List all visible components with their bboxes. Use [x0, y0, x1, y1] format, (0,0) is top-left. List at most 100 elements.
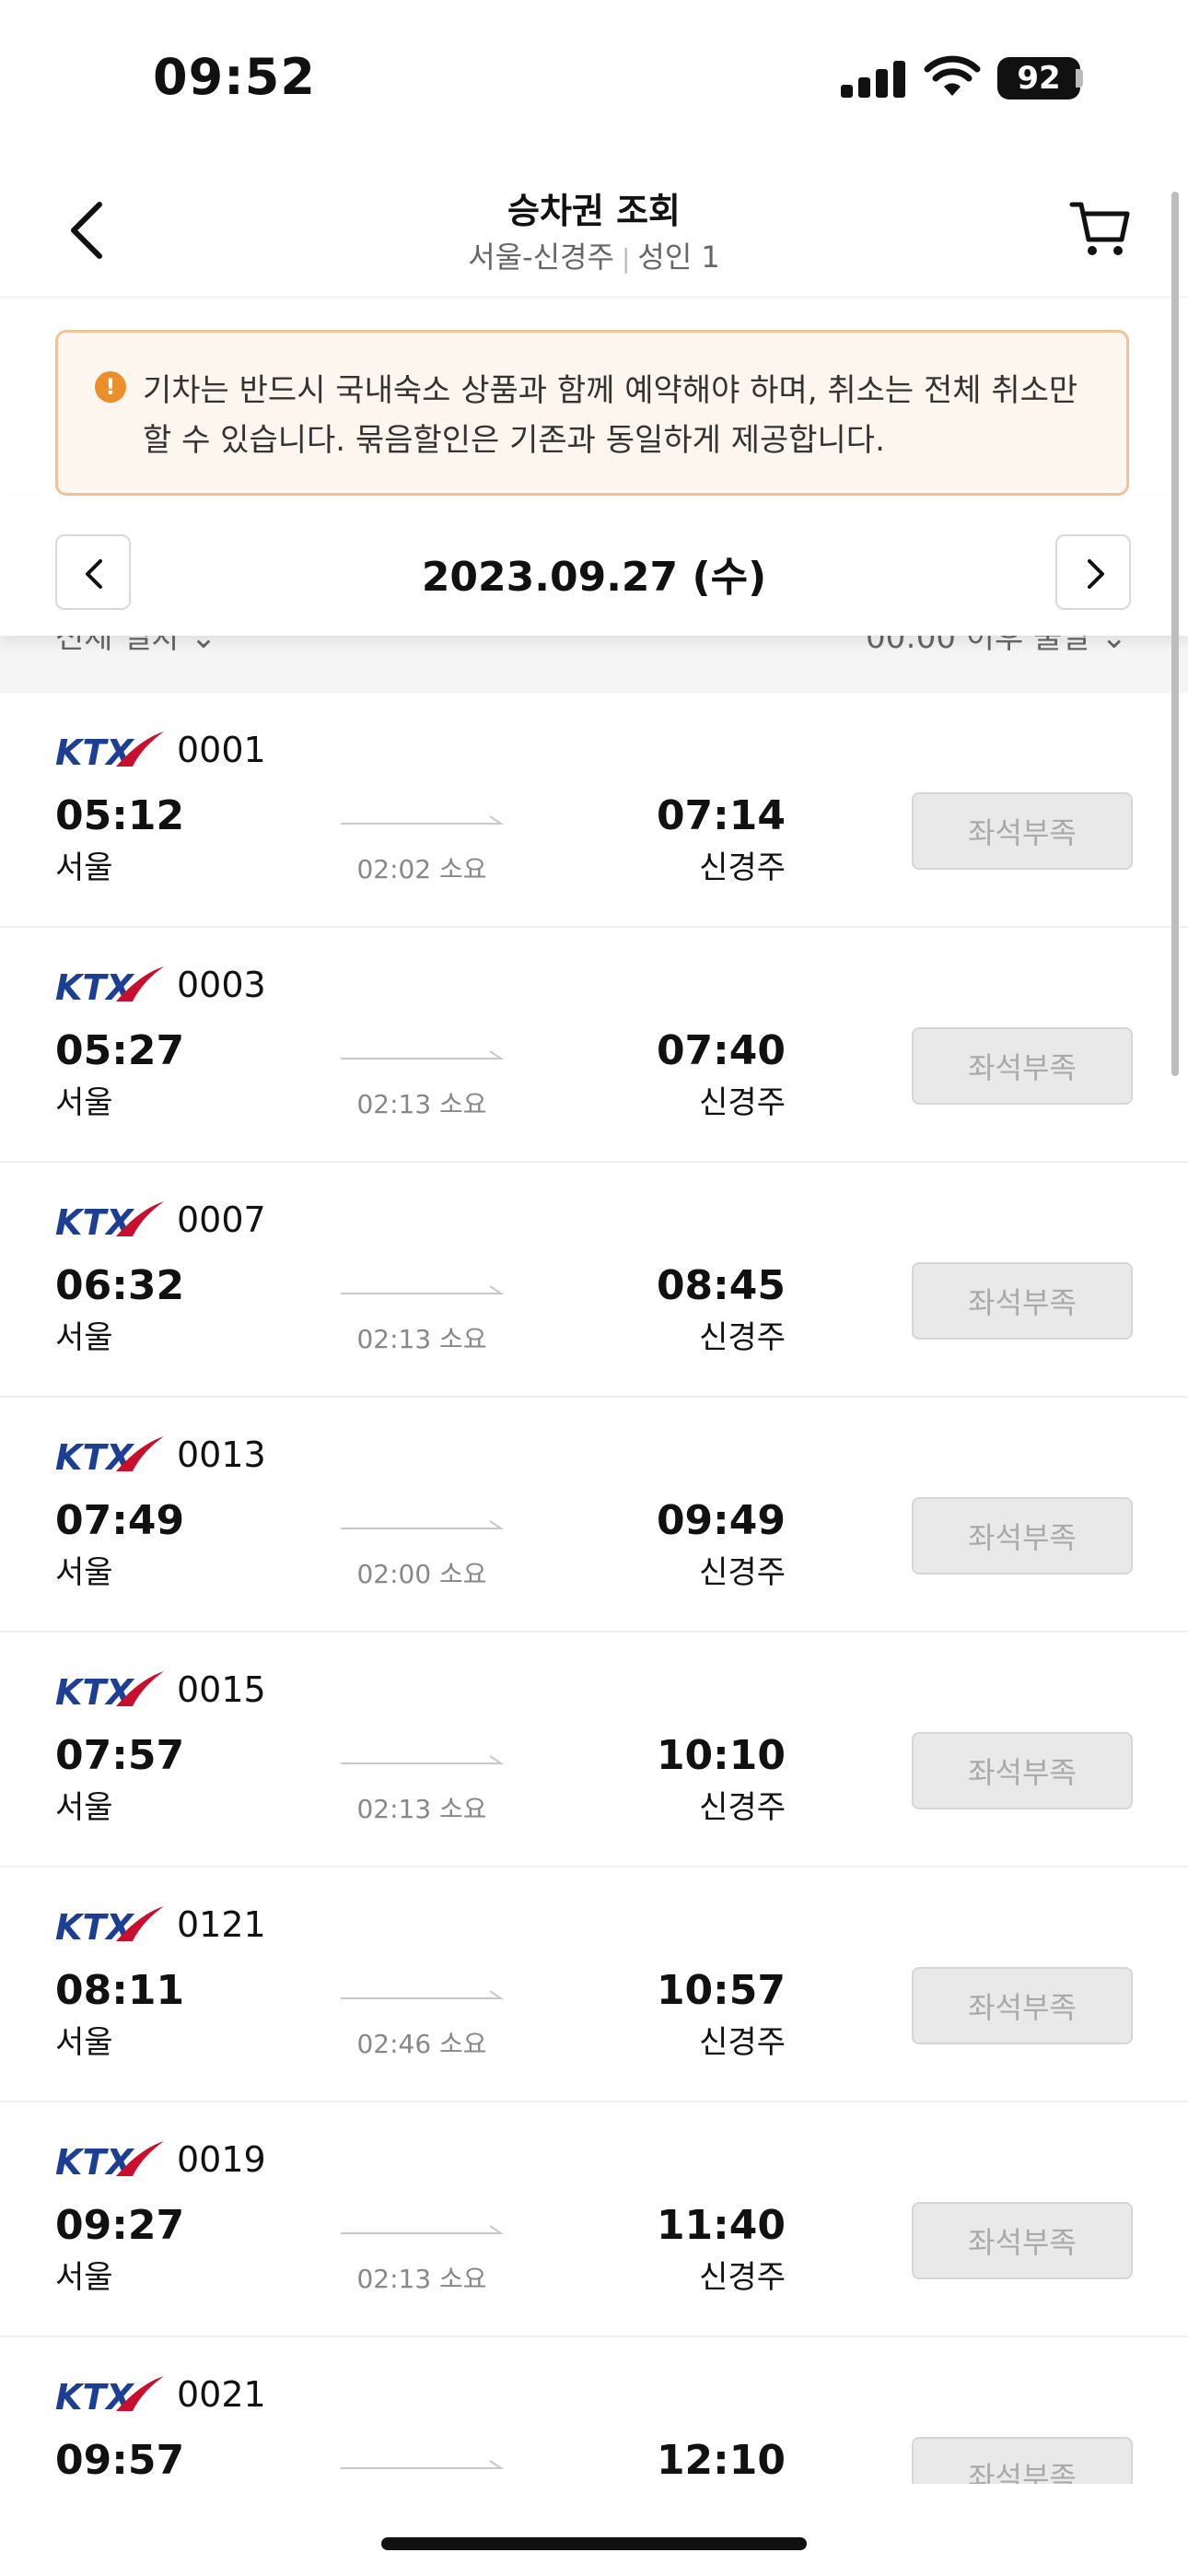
arrival-time: 08:45 — [656, 1262, 786, 1309]
next-date-button[interactable] — [1055, 534, 1131, 610]
arrow-right-icon — [341, 2460, 505, 2469]
departure-station: 서울 — [55, 1084, 113, 1121]
cart-icon — [1069, 202, 1130, 255]
train-list: KTX 0001 05:12 서울 02:02 소요 07:14 신경주 좌석부족 KTX 000… — [0, 693, 1188, 2484]
status-time: 09:52 — [153, 48, 316, 106]
ktx-logo: KTX — [55, 966, 164, 1005]
departure-time: 09:57 — [55, 2437, 185, 2484]
seat-status-button[interactable]: 좌석부족 — [912, 1967, 1133, 2044]
train-row[interactable]: KTX 0019 09:27 서울 02:13 소요 11:40 신경주 좌석부족 — [0, 2102, 1188, 2337]
arrival-station: 신경주 — [699, 2259, 786, 2296]
date-navigator: 2023.09.27 (수) — [0, 498, 1188, 636]
home-indicator — [381, 2537, 807, 2550]
train-number: 0003 — [177, 965, 266, 1005]
train-row[interactable]: KTX 0021 09:57 12:10 좌석부족 — [0, 2337, 1188, 2484]
departure-station: 서울 — [55, 2024, 113, 2061]
train-row[interactable]: KTX 0001 05:12 서울 02:02 소요 07:14 신경주 좌석부족 — [0, 693, 1188, 928]
travel-duration: 02:46 소요 — [356, 2029, 487, 2059]
wifi-icon — [924, 55, 981, 96]
arrival-time: 12:10 — [656, 2437, 786, 2484]
travel-duration: 02:13 소요 — [356, 1794, 487, 1824]
cellular-signal-icon — [841, 61, 907, 98]
departure-time: 06:32 — [55, 1262, 185, 1309]
arrow-right-icon — [341, 2225, 505, 2234]
arrival-time: 10:57 — [656, 1967, 786, 2014]
arrival-station: 신경주 — [699, 1084, 786, 1121]
seat-status-button[interactable]: 좌석부족 — [912, 1732, 1133, 1809]
arrow-right-icon — [341, 1990, 505, 1999]
train-number: 0013 — [177, 1434, 266, 1475]
train-row[interactable]: KTX 0007 06:32 서울 02:13 소요 08:45 신경주 좌석부족 — [0, 1163, 1188, 1398]
seat-status-button[interactable]: 좌석부족 — [912, 1262, 1133, 1340]
seat-status-button[interactable]: 좌석부족 — [912, 2202, 1133, 2279]
arrival-station: 신경주 — [699, 1554, 786, 1591]
arrow-right-icon — [341, 1050, 505, 1060]
arrival-time: 07:14 — [656, 792, 786, 839]
train-number: 0121 — [177, 1904, 266, 1945]
arrival-station: 신경주 — [699, 1789, 786, 1826]
ktx-logo: KTX — [55, 1436, 164, 1475]
departure-station: 서울 — [55, 1554, 113, 1591]
train-type-filter[interactable]: 전체 열차 ⌄ — [55, 636, 216, 657]
departure-time: 07:57 — [55, 1732, 185, 1779]
train-row[interactable]: KTX 0003 05:27 서울 02:13 소요 07:40 신경주 좌석부족 — [0, 928, 1188, 1163]
arrow-right-icon — [341, 1755, 505, 1764]
ktx-logo: KTX — [55, 1201, 164, 1240]
seat-status-button[interactable]: 좌석부족 — [912, 1497, 1133, 1575]
travel-duration: 02:13 소요 — [356, 1324, 487, 1354]
departure-station: 서울 — [55, 1319, 113, 1356]
seat-status-button[interactable]: 좌석부족 — [912, 792, 1133, 870]
travel-duration: 02:02 소요 — [356, 854, 487, 884]
departure-station: 서울 — [55, 849, 113, 886]
notice-banner: ! 기차는 반드시 국내숙소 상품과 함께 예약해야 하며, 취소는 전체 취소… — [55, 330, 1129, 496]
travel-duration: 02:13 소요 — [356, 2264, 487, 2294]
arrow-right-icon — [341, 815, 505, 825]
seat-status-button[interactable]: 좌석부족 — [912, 1027, 1133, 1105]
status-bar: 09:52 92 — [0, 0, 1188, 157]
train-number: 0021 — [177, 2374, 266, 2415]
arrival-station: 신경주 — [699, 2024, 786, 2061]
travel-duration: 02:00 소요 — [356, 1559, 487, 1589]
ktx-logo: KTX — [55, 2141, 164, 2180]
route-text: 서울-신경주 — [468, 240, 614, 275]
ktx-logo: KTX — [55, 2376, 164, 2415]
departure-time-filter[interactable]: 00:00 이후 출발 ⌄ — [866, 636, 1127, 657]
passenger-count: 성인 1 — [637, 240, 720, 275]
battery-tip — [1076, 69, 1083, 88]
selected-date: 2023.09.27 (수) — [421, 554, 767, 601]
filter-row: 전체 열차 ⌄ 00:00 이후 출발 ⌄ — [0, 636, 1188, 693]
route-summary: 서울-신경주 | 성인 1 — [0, 234, 1188, 276]
train-row[interactable]: KTX 0015 07:57 서울 02:13 소요 10:10 신경주 좌석부족 — [0, 1633, 1188, 1868]
departure-time: 05:12 — [55, 792, 185, 839]
page-header: 승차권 조회 서울-신경주 | 성인 1 — [0, 157, 1188, 298]
departure-station: 서울 — [55, 1789, 113, 1826]
departure-time: 05:27 — [55, 1027, 185, 1074]
cart-button[interactable] — [1068, 197, 1133, 262]
train-number: 0015 — [177, 1669, 266, 1710]
train-number: 0001 — [177, 730, 266, 770]
arrival-time: 11:40 — [656, 2202, 786, 2249]
departure-time: 07:49 — [55, 1497, 185, 1544]
separator: | — [621, 243, 631, 274]
arrival-time: 10:10 — [656, 1732, 786, 1779]
seat-status-button[interactable]: 좌석부족 — [912, 2437, 1133, 2484]
info-icon: ! — [95, 371, 126, 403]
train-number: 0019 — [177, 2139, 266, 2180]
arrow-right-icon — [341, 1285, 505, 1294]
arrival-station: 신경주 — [699, 1319, 786, 1356]
departure-time: 09:27 — [55, 2202, 185, 2249]
arrival-time: 09:49 — [656, 1497, 786, 1544]
travel-duration: 02:13 소요 — [356, 1089, 487, 1119]
ktx-logo: KTX — [55, 1671, 164, 1710]
notice-text: 기차는 반드시 국내숙소 상품과 함께 예약해야 하며, 취소는 전체 취소만 … — [143, 372, 1078, 459]
scrollbar[interactable] — [1171, 192, 1179, 1076]
departure-station: 서울 — [55, 2259, 113, 2296]
ktx-logo: KTX — [55, 1906, 164, 1945]
train-row[interactable]: KTX 0121 08:11 서울 02:46 소요 10:57 신경주 좌석부족 — [0, 1868, 1188, 2102]
battery-icon: 92 — [997, 57, 1080, 100]
ktx-logo: KTX — [55, 732, 164, 770]
train-row[interactable]: KTX 0013 07:49 서울 02:00 소요 09:49 신경주 좌석부족 — [0, 1398, 1188, 1633]
arrival-time: 07:40 — [656, 1027, 786, 1074]
arrow-right-icon — [341, 1520, 505, 1529]
page-title: 승차권 조회 — [507, 191, 681, 231]
